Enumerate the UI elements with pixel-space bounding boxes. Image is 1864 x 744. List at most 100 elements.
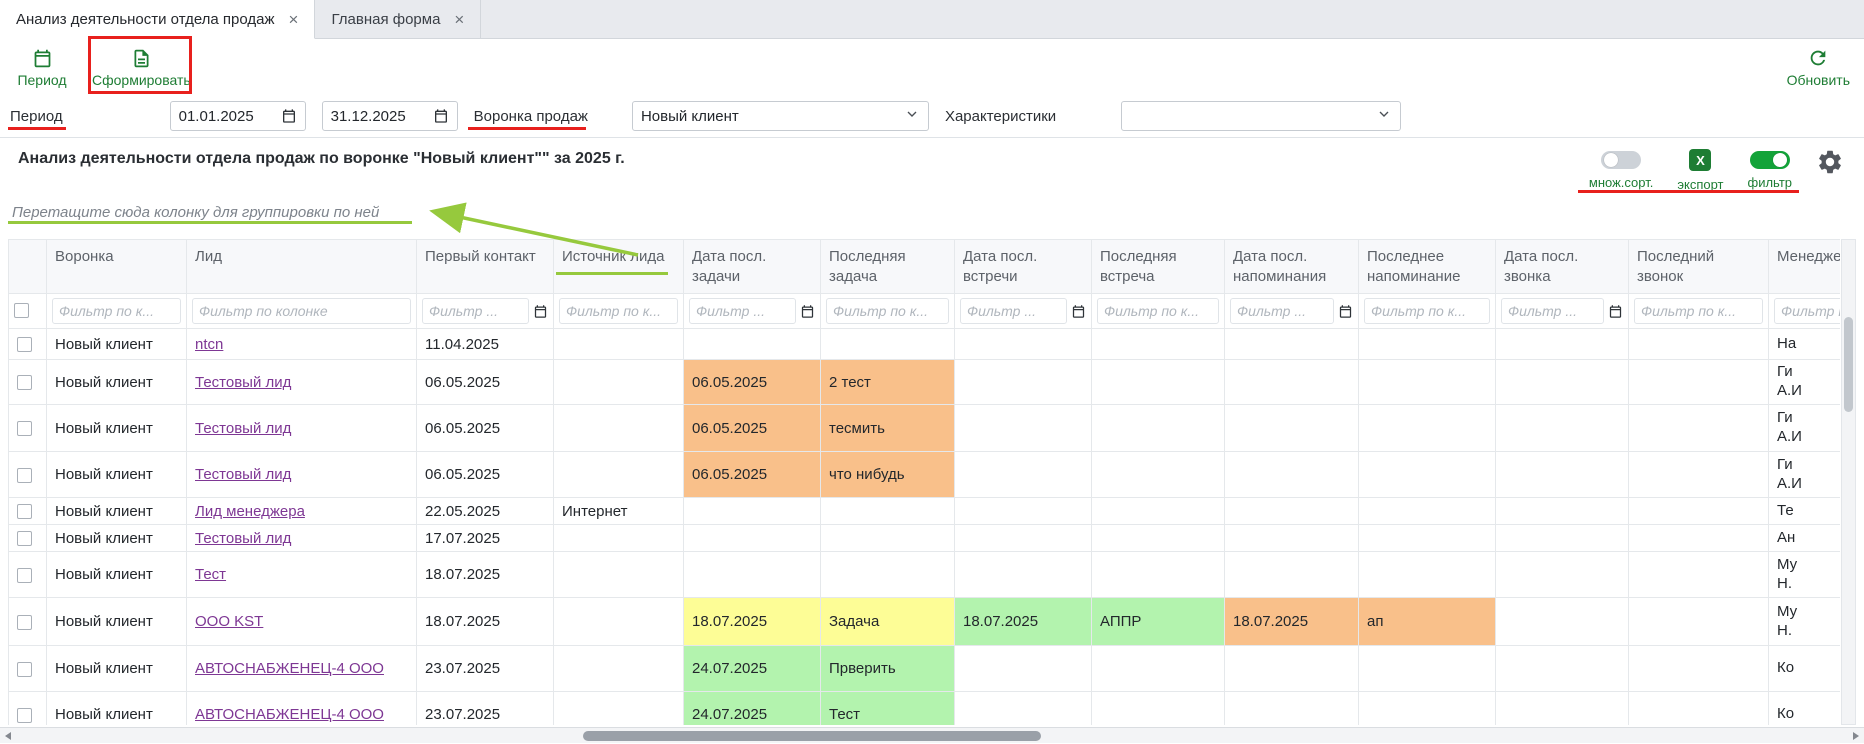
- lead-link[interactable]: Тестовый лид: [195, 466, 291, 483]
- cell-funnel: Новый клиент: [47, 646, 187, 692]
- row-checkbox[interactable]: [17, 615, 32, 630]
- row-checkbox[interactable]: [17, 504, 32, 519]
- column-header-meeting[interactable]: Последняя встреча: [1092, 240, 1225, 294]
- lead-link[interactable]: Лид менеджера: [195, 503, 305, 520]
- row-checkbox[interactable]: [17, 468, 32, 483]
- filter-input-task[interactable]: [826, 298, 949, 324]
- row-checkbox[interactable]: [17, 337, 32, 352]
- filter-input-call[interactable]: [1634, 298, 1763, 324]
- calendar-icon[interactable]: [800, 304, 815, 319]
- filter-input-first_contact[interactable]: [422, 298, 529, 324]
- tab-analysis[interactable]: Анализ деятельности отдела продаж ×: [0, 0, 315, 39]
- filter-input-call_date[interactable]: [1501, 298, 1604, 324]
- row-checkbox[interactable]: [17, 708, 32, 723]
- vertical-scrollbar-thumb[interactable]: [1844, 317, 1853, 412]
- cell-task: [821, 552, 955, 598]
- lead-link[interactable]: ООО KST: [195, 613, 263, 630]
- row-checkbox[interactable]: [17, 375, 32, 390]
- column-header-funnel[interactable]: Воронка: [47, 240, 187, 294]
- lead-link[interactable]: Тест: [195, 566, 226, 583]
- characteristics-select[interactable]: [1121, 101, 1401, 131]
- column-header-call[interactable]: Последний звонок: [1629, 240, 1769, 294]
- calendar-icon[interactable]: [1071, 304, 1086, 319]
- lead-link[interactable]: Тестовый лид: [195, 530, 291, 547]
- calendar-icon[interactable]: [1608, 304, 1623, 319]
- close-icon[interactable]: ×: [454, 11, 464, 28]
- vertical-scrollbar[interactable]: [1841, 239, 1856, 725]
- gear-icon[interactable]: [1816, 148, 1844, 181]
- select-all-checkbox[interactable]: [14, 303, 29, 318]
- tab-label: Анализ деятельности отдела продаж: [16, 11, 275, 28]
- filter-cell-source: [554, 294, 684, 329]
- excel-export-icon[interactable]: X: [1689, 149, 1711, 171]
- cell-first_contact: 06.05.2025: [417, 405, 554, 452]
- calendar-icon[interactable]: [1338, 304, 1353, 319]
- scroll-right-icon[interactable]: [1853, 732, 1859, 740]
- lead-link[interactable]: Тестовый лид: [195, 420, 291, 437]
- row-checkbox[interactable]: [17, 421, 32, 436]
- close-icon[interactable]: ×: [289, 11, 299, 28]
- filter-input-manager[interactable]: [1774, 298, 1840, 324]
- generate-button[interactable]: Сформировать: [92, 48, 191, 88]
- lead-link[interactable]: АВТОСНАБЖЕНЕЦ-4 ООО: [195, 660, 384, 677]
- column-header-task_date[interactable]: Дата посл. задачи: [684, 240, 821, 294]
- filter-input-reminder_date[interactable]: [1230, 298, 1334, 324]
- toolbar: Период Сформировать Обновить: [0, 39, 1864, 96]
- calendar-icon[interactable]: [281, 108, 297, 124]
- cell-meeting: [1092, 646, 1225, 692]
- calendar-icon[interactable]: [533, 304, 548, 319]
- date-to-field[interactable]: [322, 101, 458, 131]
- table-row: Новый клиентТестовый лид06.05.202506.05.…: [9, 452, 1841, 498]
- row-checkbox[interactable]: [17, 568, 32, 583]
- date-to-input[interactable]: [331, 108, 427, 125]
- column-header-meeting_date[interactable]: Дата посл. встречи: [955, 240, 1092, 294]
- tab-main-form[interactable]: Главная форма ×: [315, 0, 481, 38]
- calendar-icon[interactable]: [433, 108, 449, 124]
- cell-source: [554, 525, 684, 552]
- column-header-call_date[interactable]: Дата посл. звонка: [1496, 240, 1629, 294]
- funnel-filter-label: Воронка продаж: [474, 108, 588, 125]
- filter-input-meeting_date[interactable]: [960, 298, 1067, 324]
- column-header-manager[interactable]: Менеджер: [1769, 240, 1841, 294]
- lead-link[interactable]: АВТОСНАБЖЕНЕЦ-4 ООО: [195, 706, 384, 723]
- column-header-lead[interactable]: Лид: [187, 240, 417, 294]
- horizontal-scrollbar[interactable]: [0, 727, 1864, 743]
- filter-input-funnel[interactable]: [52, 298, 181, 324]
- column-header-source[interactable]: Источник лида: [554, 240, 684, 294]
- period-button[interactable]: Период: [14, 48, 70, 88]
- column-header-first_contact[interactable]: Первый контакт: [417, 240, 554, 294]
- filter-input-source[interactable]: [559, 298, 678, 324]
- multi-sort-toggle[interactable]: [1601, 151, 1641, 169]
- cell-first_contact: 23.07.2025: [417, 646, 554, 692]
- cell-reminder: ап: [1359, 598, 1496, 646]
- column-header-task[interactable]: Последняя задача: [821, 240, 955, 294]
- cell-check: [9, 646, 47, 692]
- horizontal-scrollbar-thumb[interactable]: [583, 731, 1041, 741]
- report-controls: множ.сорт. X экспорт фильтр: [1589, 151, 1844, 192]
- filter-input-task_date[interactable]: [689, 298, 796, 324]
- cell-meeting: АППР: [1092, 598, 1225, 646]
- column-header-reminder_date[interactable]: Дата посл. напоминания: [1225, 240, 1359, 294]
- column-header-reminder[interactable]: Последнее напоминание: [1359, 240, 1496, 294]
- date-from-field[interactable]: [170, 101, 306, 131]
- row-checkbox[interactable]: [17, 531, 32, 546]
- table-row: Новый клиентТест18.07.2025Му Н.: [9, 552, 1841, 598]
- lead-link[interactable]: Тестовый лид: [195, 374, 291, 391]
- row-checkbox[interactable]: [17, 662, 32, 677]
- filter-cell-lead: [187, 294, 417, 329]
- cell-meeting: [1092, 692, 1225, 726]
- scroll-left-icon[interactable]: [5, 732, 11, 740]
- funnel-select[interactable]: Новый клиент: [632, 101, 929, 131]
- lead-link[interactable]: ntcn: [195, 336, 223, 353]
- date-from-input[interactable]: [179, 108, 275, 125]
- filter-input-reminder[interactable]: [1364, 298, 1490, 324]
- filter-input-lead[interactable]: [192, 298, 411, 324]
- cell-meeting_date: [955, 405, 1092, 452]
- filter-toggle[interactable]: [1750, 151, 1790, 169]
- refresh-button[interactable]: Обновить: [1787, 47, 1850, 88]
- cell-call: [1629, 598, 1769, 646]
- cell-funnel: Новый клиент: [47, 498, 187, 525]
- cell-meeting_date: [955, 329, 1092, 360]
- filter-input-meeting[interactable]: [1097, 298, 1219, 324]
- cell-lead: Тестовый лид: [187, 360, 417, 405]
